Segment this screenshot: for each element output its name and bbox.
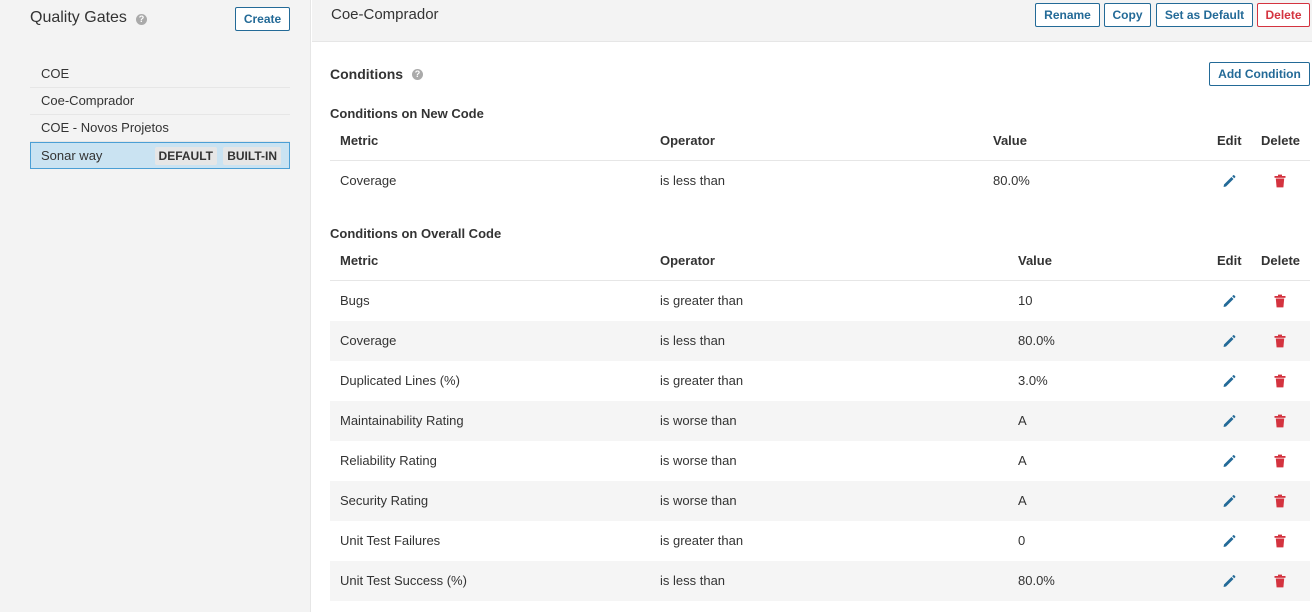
- pencil-icon[interactable]: [1221, 293, 1237, 309]
- operator-cell: is worse than: [660, 493, 737, 508]
- delete-button[interactable]: Delete: [1257, 3, 1310, 27]
- table-row: Coverage is less than 80.0%: [330, 321, 1310, 361]
- metric-column-header: Metric: [340, 133, 379, 148]
- operator-cell: is greater than: [660, 293, 744, 308]
- metric-cell: Coverage: [340, 333, 397, 348]
- metric-cell: Unit Test Success (%): [340, 573, 467, 588]
- table-row: Coverage is less than 80.0%: [330, 161, 1310, 201]
- quality-gate-list: COE Coe-Comprador COE - Novos Projetos S…: [30, 61, 290, 169]
- pencil-icon[interactable]: [1221, 173, 1237, 189]
- operator-cell: is worse than: [660, 413, 737, 428]
- pencil-icon[interactable]: [1221, 493, 1237, 509]
- pencil-icon[interactable]: [1221, 373, 1237, 389]
- table-body: Bugs is greater than 10 Coverage is less tha…: [330, 281, 1310, 601]
- table-row: Duplicated Lines (%) is greater than 3.0%: [330, 361, 1310, 401]
- page-title: Coe-Comprador: [331, 6, 439, 23]
- edit-column-header: Edit: [1217, 133, 1242, 148]
- sidebar-item-coe-novos-projetos[interactable]: COE - Novos Projetos: [30, 115, 290, 142]
- sidebar-title: Quality Gates: [30, 9, 127, 26]
- value-cell: A: [1018, 453, 1027, 468]
- table-row: Unit Test Failures is greater than 0: [330, 521, 1310, 561]
- pencil-icon[interactable]: [1221, 453, 1237, 469]
- new-code-conditions-table: Metric Operator Value Edit Delete Covera…: [330, 123, 1310, 201]
- metric-cell: Unit Test Failures: [340, 533, 441, 548]
- operator-column-header: Operator: [660, 133, 715, 148]
- value-cell: 10: [1018, 293, 1033, 308]
- trash-icon[interactable]: [1272, 173, 1288, 189]
- operator-cell: is less than: [660, 573, 726, 588]
- operator-cell: is less than: [660, 333, 726, 348]
- trash-icon[interactable]: [1272, 293, 1288, 309]
- table-row: Maintainability Rating is worse than A: [330, 401, 1310, 441]
- sidebar-item-label: Coe-Comprador: [41, 93, 135, 108]
- delete-column-header: Delete: [1261, 253, 1301, 268]
- pencil-icon[interactable]: [1221, 573, 1237, 589]
- trash-icon[interactable]: [1272, 373, 1288, 389]
- new-code-section-title: Conditions on New Code: [330, 106, 484, 121]
- metric-cell: Coverage: [340, 173, 397, 188]
- value-column-header: Value: [1018, 253, 1052, 268]
- operator-cell: is worse than: [660, 453, 737, 468]
- conditions-title: Conditions: [330, 66, 404, 82]
- sidebar: Quality Gates ? Create COE Coe-Comprador…: [0, 0, 311, 612]
- sidebar-item-coe-comprador[interactable]: Coe-Comprador: [30, 88, 290, 115]
- value-cell: 80.0%: [993, 173, 1030, 188]
- value-cell: A: [1018, 493, 1027, 508]
- value-column-header: Value: [993, 133, 1027, 148]
- table-row: Bugs is greater than 10: [330, 281, 1310, 321]
- operator-cell: is greater than: [660, 373, 744, 388]
- table-body: Coverage is less than 80.0%: [330, 161, 1310, 201]
- copy-button[interactable]: Copy: [1104, 3, 1151, 27]
- trash-icon[interactable]: [1272, 533, 1288, 549]
- default-badge: DEFAULT: [154, 147, 217, 165]
- sidebar-item-label: Sonar way: [41, 148, 103, 163]
- sidebar-item-sonar-way[interactable]: Sonar way DEFAULT BUILT-IN: [30, 142, 290, 169]
- overall-code-conditions-table: Metric Operator Value Edit Delete Bugs is…: [330, 243, 1310, 601]
- table-header: Metric Operator Value Edit Delete: [330, 123, 1310, 161]
- value-cell: A: [1018, 413, 1027, 428]
- trash-icon[interactable]: [1272, 493, 1288, 509]
- rename-button[interactable]: Rename: [1035, 3, 1100, 27]
- help-icon[interactable]: ?: [136, 14, 147, 25]
- sidebar-header: Quality Gates ? Create: [30, 6, 290, 32]
- value-cell: 0: [1018, 533, 1026, 548]
- operator-column-header: Operator: [660, 253, 715, 268]
- pencil-icon[interactable]: [1221, 413, 1237, 429]
- operator-cell: is less than: [660, 173, 726, 188]
- sidebar-item-coe[interactable]: COE: [30, 61, 290, 88]
- main-content: Coe-Comprador Rename Copy Set as Default…: [312, 0, 1312, 612]
- table-row: Security Rating is worse than A: [330, 481, 1310, 521]
- metric-cell: Maintainability Rating: [340, 413, 464, 428]
- value-cell: 80.0%: [1018, 573, 1055, 588]
- metric-cell: Duplicated Lines (%): [340, 373, 460, 388]
- metric-column-header: Metric: [340, 253, 379, 268]
- trash-icon[interactable]: [1272, 333, 1288, 349]
- metric-cell: Reliability Rating: [340, 453, 437, 468]
- overall-code-section-title: Conditions on Overall Code: [330, 226, 502, 241]
- pencil-icon[interactable]: [1221, 533, 1237, 549]
- set-as-default-button[interactable]: Set as Default: [1156, 3, 1253, 27]
- pencil-icon[interactable]: [1221, 333, 1237, 349]
- value-cell: 80.0%: [1018, 333, 1055, 348]
- add-condition-button[interactable]: Add Condition: [1209, 62, 1310, 86]
- operator-cell: is greater than: [660, 533, 744, 548]
- trash-icon[interactable]: [1272, 453, 1288, 469]
- table-row: Reliability Rating is worse than A: [330, 441, 1310, 481]
- help-icon[interactable]: ?: [412, 69, 423, 80]
- built-in-badge: BUILT-IN: [223, 147, 281, 165]
- table-row: Unit Test Success (%) is less than 80.0%: [330, 561, 1310, 601]
- trash-icon[interactable]: [1272, 573, 1288, 589]
- trash-icon[interactable]: [1272, 413, 1288, 429]
- create-button[interactable]: Create: [235, 7, 290, 31]
- metric-cell: Security Rating: [340, 493, 429, 508]
- value-cell: 3.0%: [1018, 373, 1048, 388]
- delete-column-header: Delete: [1261, 133, 1301, 148]
- edit-column-header: Edit: [1217, 253, 1242, 268]
- metric-cell: Bugs: [340, 293, 370, 308]
- sidebar-item-label: COE - Novos Projetos: [41, 120, 169, 135]
- page-header: Coe-Comprador Rename Copy Set as Default…: [312, 0, 1312, 42]
- table-header: Metric Operator Value Edit Delete: [330, 243, 1310, 281]
- sidebar-item-label: COE: [41, 66, 70, 81]
